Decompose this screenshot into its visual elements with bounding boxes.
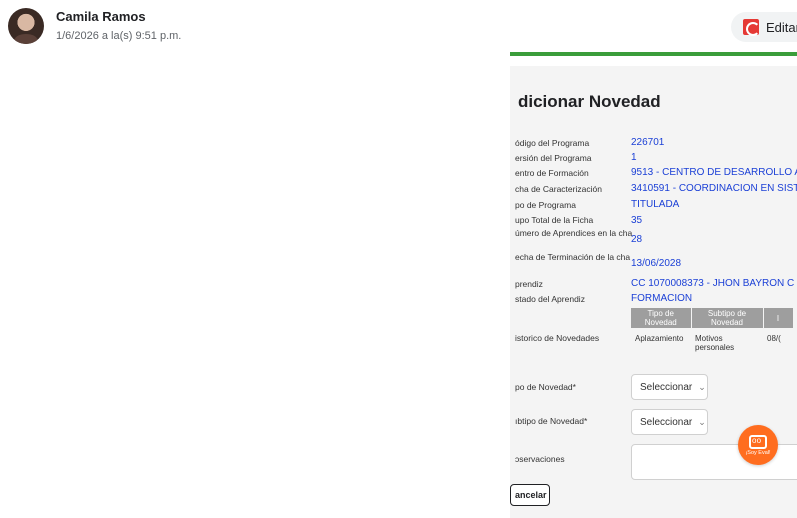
tipo-novedad-label: po de Novedad* xyxy=(515,382,576,392)
field-label: stado del Aprendiz xyxy=(515,294,585,304)
select-value: Seleccionar xyxy=(640,416,693,428)
field-label: upo Total de la Ficha xyxy=(515,215,594,225)
select-value: Seleccionar xyxy=(640,381,693,393)
field-label: ersión del Programa xyxy=(515,153,592,163)
history-header: I xyxy=(763,308,794,328)
history-label: istorico de Novedades xyxy=(515,333,600,343)
avatar xyxy=(8,8,44,44)
chevron-down-icon: ⌄ xyxy=(698,416,706,427)
history-cell: 08/( xyxy=(767,334,781,343)
tipo-novedad-select[interactable]: Seleccionar ⌄ xyxy=(631,374,708,400)
subtipo-novedad-label: ıbtipo de Novedad* xyxy=(515,416,588,426)
field-label: prendiz xyxy=(515,279,543,289)
edit-button[interactable]: Editar xyxy=(731,12,797,42)
frame-top-bar xyxy=(510,52,797,56)
form-title: dicionar Novedad xyxy=(518,92,661,111)
pdf-icon xyxy=(743,19,760,36)
author-name: Camila Ramos xyxy=(56,9,146,24)
history-table: Tipo de Novedad Subtipo de Novedad I Apl… xyxy=(631,308,794,352)
table-row: Aplazamiento Motivos personales 08/( xyxy=(631,328,793,352)
robot-icon xyxy=(749,434,767,449)
field-label: ódigo del Programa xyxy=(515,138,590,148)
field-value: 13/06/2028 xyxy=(631,258,682,269)
field-value: 28 xyxy=(631,234,643,245)
field-value: 226701 xyxy=(631,137,665,148)
chatbot-button[interactable]: ¡Soy Eval! xyxy=(738,425,778,465)
field-label: entro de Formación xyxy=(515,168,589,178)
field-value: 9513 - CENTRO DE DESARROLLO A xyxy=(631,167,797,178)
post-timestamp: 1/6/2026 a la(s) 9:51 p.m. xyxy=(56,30,182,42)
field-value: 1 xyxy=(631,152,637,163)
chevron-down-icon: ⌄ xyxy=(698,381,706,392)
edit-button-label: Editar xyxy=(766,19,797,35)
field-value: 3410591 - COORDINACION EN SIST xyxy=(631,183,797,194)
field-label: echa de Terminación de la cha xyxy=(515,252,631,262)
history-header: Tipo de Novedad xyxy=(631,308,692,328)
field-value: CC 1070008373 - JHON BAYRON C xyxy=(631,278,795,289)
observaciones-label: ɔservaciones xyxy=(515,454,565,464)
field-value: 35 xyxy=(631,215,643,226)
field-value: TITULADA xyxy=(631,199,680,210)
chatbot-label: ¡Soy Eval! xyxy=(745,449,771,456)
field-label: úmero de Aprendices en la cha xyxy=(515,228,633,238)
history-cell: Aplazamiento xyxy=(635,334,684,343)
field-value: FORMACION xyxy=(631,293,693,304)
field-label: po de Programa xyxy=(515,200,576,210)
cancel-button[interactable]: ancelar xyxy=(510,484,550,506)
subtipo-novedad-select[interactable]: Seleccionar ⌄ xyxy=(631,409,708,435)
field-label: cha de Caracterización xyxy=(515,184,602,194)
history-cell: Motivos personales xyxy=(695,334,735,352)
history-header: Subtipo de Novedad xyxy=(691,308,764,328)
